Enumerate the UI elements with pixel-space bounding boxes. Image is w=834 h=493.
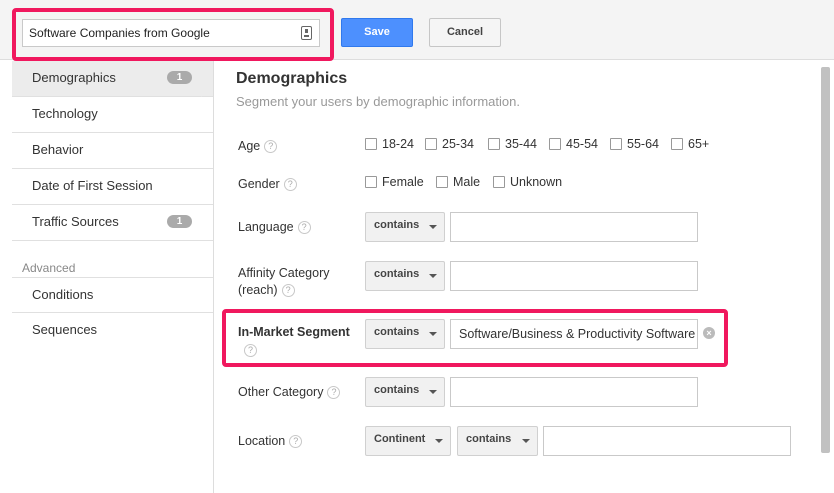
dropdown-value: contains: [374, 326, 420, 338]
location-input[interactable]: [543, 426, 791, 456]
caret-down-icon: [429, 390, 437, 394]
sidebar-item-label: Date of First Session: [32, 178, 153, 193]
dropdown-value: contains: [374, 384, 420, 396]
language-operator-dropdown[interactable]: contains: [365, 212, 445, 242]
affinity-input[interactable]: [450, 261, 698, 291]
checkbox[interactable]: [425, 138, 437, 150]
age-label-text: Age: [238, 139, 261, 153]
sidebar-item-label: Behavior: [32, 142, 84, 157]
help-circle-icon[interactable]: ?: [289, 435, 303, 449]
sidebar-item-label: Sequences: [32, 322, 98, 337]
sidebar-item-traffic-sources[interactable]: Traffic Sources 1: [12, 205, 213, 241]
location-label: Location?: [238, 433, 303, 450]
language-label: Language?: [238, 219, 311, 236]
dropdown-value: contains: [374, 219, 420, 231]
sidebar-item-sequences[interactable]: Sequences: [12, 313, 213, 349]
sidebar-item-demographics[interactable]: Demographics 1: [12, 61, 213, 97]
checkbox[interactable]: [671, 138, 683, 150]
affinity-operator-dropdown[interactable]: contains: [365, 261, 445, 291]
language-label-text: Language: [238, 220, 294, 234]
sidebar-item-label: Demographics: [32, 70, 116, 85]
panel-subtitle: Segment your users by demographic inform…: [236, 94, 520, 109]
caret-down-icon: [429, 332, 437, 336]
in-market-segment-label: In-Market Segment ?: [238, 324, 350, 359]
affinity-category-label: Affinity Category (reach)?: [238, 265, 329, 299]
cancel-button[interactable]: Cancel: [429, 18, 501, 47]
panel-scrollbar[interactable]: [821, 67, 830, 453]
other-category-operator-dropdown[interactable]: contains: [365, 377, 445, 407]
sidebar-item-label: Traffic Sources: [32, 214, 119, 229]
in-market-label-text: In-Market Segment: [238, 325, 350, 339]
clear-circle-icon[interactable]: ×: [703, 327, 715, 339]
condition-count-badge: 1: [167, 71, 192, 84]
age-options: 18-24 25-34 35-44 45-54 55-64 65+: [365, 137, 725, 153]
sidebar-divider: [213, 61, 214, 493]
contact-card-icon[interactable]: [301, 26, 312, 40]
location-operator-dropdown[interactable]: contains: [457, 426, 538, 456]
in-market-input[interactable]: Software/Business & Productivity Softwar…: [450, 319, 698, 349]
caret-down-icon: [429, 274, 437, 278]
location-scope-dropdown[interactable]: Continent: [365, 426, 451, 456]
checkbox[interactable]: [365, 138, 377, 150]
checkbox[interactable]: [493, 176, 505, 188]
other-category-label: Other Category?: [238, 384, 341, 401]
segment-name-input[interactable]: Software Companies from Google: [22, 19, 320, 47]
sidebar-item-label: Conditions: [32, 287, 94, 302]
affinity-label-line2: (reach): [238, 283, 278, 297]
gender-options: Female Male Unknown: [365, 175, 585, 191]
checkbox[interactable]: [549, 138, 561, 150]
sidebar-heading-advanced: Advanced: [22, 261, 76, 275]
panel-title: Demographics: [236, 70, 348, 87]
dropdown-value: contains: [374, 268, 420, 280]
help-circle-icon[interactable]: ?: [327, 386, 341, 400]
sidebar-item-behavior[interactable]: Behavior: [12, 133, 213, 169]
dropdown-value: Continent: [374, 433, 426, 445]
checkbox[interactable]: [436, 176, 448, 188]
in-market-operator-dropdown[interactable]: contains: [365, 319, 445, 349]
sidebar-item-technology[interactable]: Technology: [12, 97, 213, 133]
help-circle-icon[interactable]: ?: [244, 344, 257, 358]
caret-down-icon: [429, 225, 437, 229]
caret-down-icon: [522, 439, 530, 443]
sidebar-item-date-of-first-session[interactable]: Date of First Session: [12, 169, 213, 205]
language-input[interactable]: [450, 212, 698, 242]
help-circle-icon[interactable]: ?: [281, 284, 295, 298]
checkbox[interactable]: [365, 176, 377, 188]
caret-down-icon: [435, 439, 443, 443]
sidebar-item-conditions[interactable]: Conditions: [12, 277, 213, 313]
other-category-label-text: Other Category: [238, 385, 324, 399]
help-circle-icon[interactable]: ?: [264, 140, 278, 154]
dropdown-value: contains: [466, 433, 512, 445]
location-label-text: Location: [238, 434, 286, 448]
active-item-pointer: [201, 61, 213, 97]
checkbox[interactable]: [610, 138, 622, 150]
segment-name-value: Software Companies from Google: [29, 26, 210, 40]
sidebar-item-label: Technology: [32, 106, 98, 121]
age-label: Age?: [238, 138, 278, 155]
help-circle-icon[interactable]: ?: [297, 221, 311, 235]
gender-label-text: Gender: [238, 177, 280, 191]
checkbox[interactable]: [488, 138, 500, 150]
affinity-label-line1: Affinity Category: [238, 266, 330, 280]
other-category-input[interactable]: [450, 377, 698, 407]
save-button[interactable]: Save: [341, 18, 413, 47]
condition-count-badge: 1: [167, 215, 192, 228]
gender-label: Gender?: [238, 176, 297, 193]
help-circle-icon[interactable]: ?: [283, 178, 297, 192]
